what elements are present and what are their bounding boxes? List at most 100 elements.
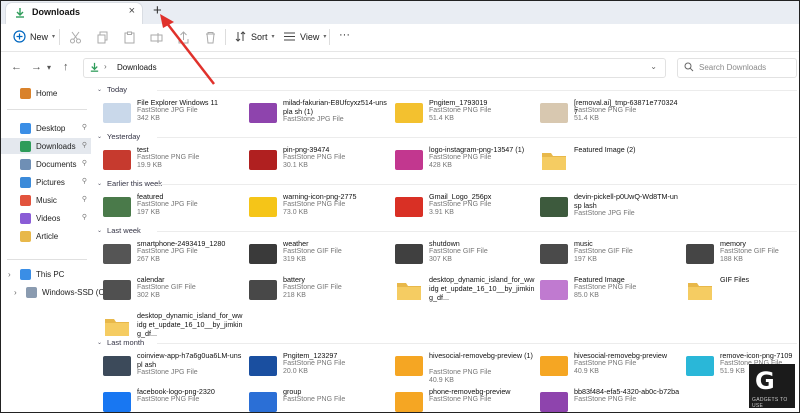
- delete-icon[interactable]: [204, 31, 217, 44]
- sidebar-item-music[interactable]: Music ⚲: [1, 192, 91, 208]
- file-item[interactable]: group FastStone PNG File: [245, 386, 390, 412]
- file-name: weather: [283, 239, 309, 248]
- file-item[interactable]: facebook-logo-png-2320 FastStone PNG File: [99, 386, 244, 412]
- sidebar-item-downloads[interactable]: Downloads ⚲: [1, 138, 91, 154]
- sidebar-item-label: Videos: [36, 213, 61, 223]
- file-item[interactable]: coinview-app-h7a6g0ua6LM-unspl ash FastSt…: [99, 350, 244, 382]
- chevron-right-icon[interactable]: ›: [8, 270, 11, 279]
- file-item[interactable]: Pngitem_1793019 FastStone PNG File 51.4 KB: [391, 97, 536, 129]
- logo-text: GADGETS TO USE: [752, 397, 788, 409]
- file-item[interactable]: weather FastStone GIF File 319 KB: [245, 238, 390, 270]
- sidebar-item-videos[interactable]: Videos ⚲: [1, 210, 91, 226]
- search-box[interactable]: Search Downloads: [677, 58, 797, 78]
- file-item[interactable]: Featured Image (2): [536, 144, 681, 176]
- view-label: View: [300, 31, 320, 42]
- file-item[interactable]: [removal.ai]_tmp-63871e7703247 FastStone …: [536, 97, 681, 129]
- search-icon: [684, 62, 694, 72]
- file-item[interactable]: shutdown FastStone GIF File 307 KB: [391, 238, 536, 270]
- more-options-button[interactable]: ···: [339, 29, 350, 41]
- file-item[interactable]: battery FastStone GIF File 218 KB: [245, 274, 390, 306]
- pin-icon: ⚲: [81, 196, 87, 203]
- recent-locations-icon[interactable]: ▾: [47, 63, 51, 72]
- file-item[interactable]: GIF Files: [682, 274, 799, 306]
- chevron-down-icon[interactable]: ⌄: [650, 62, 657, 71]
- file-name: group: [283, 387, 302, 396]
- group-header[interactable]: ⌄ Earlier this week: [97, 179, 797, 188]
- file-item[interactable]: smartphone-2493419_1280 FastStone JPG Fil…: [99, 238, 244, 270]
- file-item[interactable]: hivesocial-removebg-preview (1) FastStone…: [391, 350, 536, 384]
- sidebar-item-documents[interactable]: Documents ⚲: [1, 156, 91, 172]
- music-folder-icon: [20, 194, 31, 206]
- copy-icon[interactable]: [96, 31, 109, 44]
- tab-title: Downloads: [32, 7, 81, 17]
- file-item[interactable]: logo-instagram-png-13547 (1) FastStone PN…: [391, 144, 536, 176]
- divider: [7, 109, 87, 110]
- file-item[interactable]: File Explorer Windows 11 FastStone JPG Fi…: [99, 97, 244, 129]
- file-item[interactable]: Featured Image FastStone PNG File 85.0 KB: [536, 274, 681, 306]
- file-type: FastStone GIF File: [720, 248, 779, 255]
- cut-icon[interactable]: [69, 31, 82, 44]
- file-name: music: [574, 239, 593, 248]
- sidebar-item-home[interactable]: Home: [1, 85, 91, 101]
- file-name: battery: [283, 275, 305, 284]
- file-thumbnail: [103, 103, 131, 123]
- file-item[interactable]: Pngitem_123297 FastStone PNG File 20.0 KB: [245, 350, 390, 382]
- file-item[interactable]: milad-fakurian-E8Ufcyxz514-unspla sh (1)…: [245, 97, 390, 129]
- file-item[interactable]: hivesocial-removebg-preview FastStone PNG…: [536, 350, 681, 382]
- folder-icon: [395, 276, 423, 304]
- file-type: FastStone PNG File: [574, 284, 637, 291]
- file-name: bb83f484-efa5-4320-ab0c-b72ba: [574, 387, 680, 396]
- file-type: FastStone PNG File: [429, 201, 492, 208]
- file-size: 51.4 KB: [574, 115, 599, 122]
- close-tab-button[interactable]: ×: [129, 5, 135, 17]
- file-name: Featured Image (2): [574, 145, 636, 154]
- share-icon[interactable]: [177, 31, 190, 44]
- file-item[interactable]: Gmail_Logo_256px FastStone PNG File 3.91 K…: [391, 191, 536, 223]
- file-list: ⌄ Today File Explorer Windows 11 FastStone …: [93, 81, 799, 412]
- file-type: FastStone GIF File: [283, 248, 342, 255]
- plus-circle-icon: [13, 30, 26, 43]
- up-button[interactable]: ↑: [63, 61, 69, 73]
- group-header[interactable]: ⌄ Last week: [97, 226, 797, 235]
- sort-button[interactable]: Sort ▾: [234, 30, 275, 43]
- sidebar-item-windows-ssd-c[interactable]: › Windows-SSD (C:): [1, 284, 109, 300]
- group-header[interactable]: ⌄ Today: [97, 85, 797, 94]
- forward-button[interactable]: →: [31, 61, 42, 73]
- file-item[interactable]: memory FastStone GIF File 188 KB: [682, 238, 799, 270]
- chevron-right-icon[interactable]: ›: [14, 288, 17, 297]
- new-tab-button[interactable]: +: [153, 2, 162, 19]
- file-name: memory: [720, 239, 746, 248]
- file-item[interactable]: desktop_dynamic_island_for_wwidg et_upda…: [391, 274, 536, 306]
- group-header[interactable]: ⌄ Yesterday: [97, 132, 797, 141]
- folder-icon: [103, 312, 131, 340]
- this-pc-icon: [20, 268, 31, 280]
- sidebar-item-this-pc[interactable]: › This PC: [1, 266, 91, 282]
- file-item[interactable]: featured FastStone JPG File 197 KB: [99, 191, 244, 223]
- paste-icon[interactable]: [123, 31, 136, 44]
- file-item[interactable]: phone-removebg-preview FastStone PNG File: [391, 386, 536, 412]
- sidebar-item-desktop[interactable]: Desktop ⚲: [1, 120, 91, 136]
- file-type: FastStone JPG File: [137, 248, 198, 255]
- file-thumbnail: [540, 197, 568, 217]
- address-row: ← → ▾ ↑ › Downloads ⌄ Search Downloads: [1, 56, 799, 80]
- address-bar[interactable]: › Downloads ⌄: [83, 58, 666, 78]
- file-item[interactable]: warning-icon-png-2775 FastStone PNG File 7…: [245, 191, 390, 223]
- file-item[interactable]: bb83f484-efa5-4320-ab0c-b72ba FastStone P…: [536, 386, 681, 412]
- group-header[interactable]: ⌄ Last month: [97, 338, 797, 347]
- file-name: facebook-logo-png-2320: [137, 387, 215, 396]
- tab-downloads[interactable]: Downloads ×: [6, 3, 142, 24]
- file-item[interactable]: pin-png-39474 FastStone PNG File 30.1 KB: [245, 144, 390, 176]
- file-item[interactable]: music FastStone GIF File 197 KB: [536, 238, 681, 270]
- sidebar-item-article[interactable]: Article: [1, 228, 91, 244]
- file-item[interactable]: devin-pickell-p0UwQ-Wd8TM-unsp lash FastS…: [536, 191, 681, 223]
- rename-icon[interactable]: [150, 31, 163, 44]
- file-item[interactable]: calendar FastStone GIF File 302 KB: [99, 274, 244, 306]
- file-thumbnail: [540, 356, 568, 376]
- sidebar-item-pictures[interactable]: Pictures ⚲: [1, 174, 91, 190]
- new-button[interactable]: New ▾: [13, 30, 55, 43]
- view-button[interactable]: View ▾: [283, 30, 326, 43]
- sidebar-item-label: Documents: [36, 159, 77, 169]
- file-size: 428 KB: [429, 162, 452, 169]
- file-item[interactable]: test FastStone PNG File 19.9 KB: [99, 144, 244, 176]
- back-button[interactable]: ←: [11, 61, 22, 73]
